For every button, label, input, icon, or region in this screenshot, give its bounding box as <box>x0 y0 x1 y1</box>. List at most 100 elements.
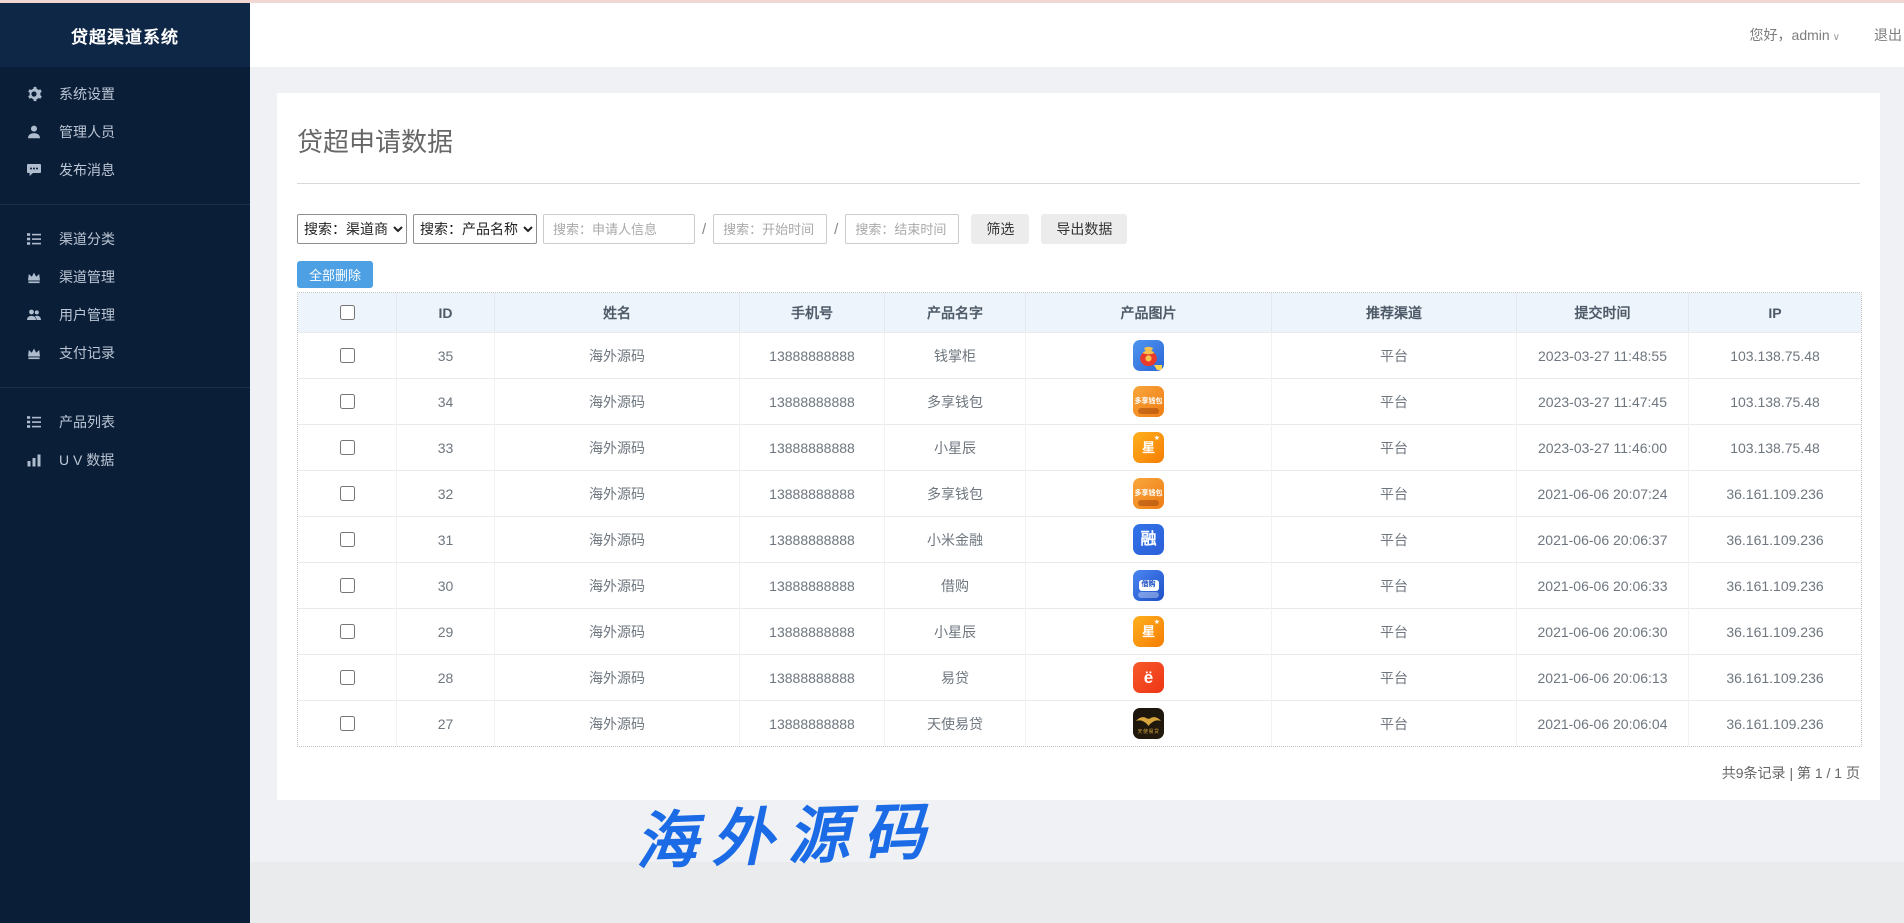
row-product-image-cell: 星★ <box>1026 424 1272 470</box>
table-header-row: ID 姓名 手机号 产品名字 产品图片 推荐渠道 提交时间 IP <box>298 293 1861 332</box>
sidebar-item-payment-records[interactable]: 支付记录 <box>0 334 250 372</box>
row-channel: 平台 <box>1272 562 1517 608</box>
row-select-cell <box>298 332 397 378</box>
table-row: 34海外源码13888888888多享钱包多享钱包平台2023-03-27 11… <box>298 378 1861 424</box>
row-ip: 36.161.109.236 <box>1689 654 1861 700</box>
row-product-name: 易贷 <box>885 654 1026 700</box>
row-name: 海外源码 <box>495 424 740 470</box>
sidebar-item-channel-management[interactable]: 渠道管理 <box>0 258 250 296</box>
sidebar-item-label: 发布消息 <box>59 160 115 180</box>
sidebar-item-admin-staff[interactable]: 管理人员 <box>0 113 250 151</box>
row-phone: 13888888888 <box>740 562 885 608</box>
table-row: 33海外源码13888888888小星辰星★平台2023-03-27 11:46… <box>298 424 1861 470</box>
row-checkbox[interactable] <box>340 578 355 593</box>
message-icon <box>25 162 42 179</box>
duoxiangqianbao-app-icon: 多享钱包 <box>1133 478 1164 509</box>
row-select-cell <box>298 654 397 700</box>
row-phone: 13888888888 <box>740 470 885 516</box>
row-checkbox[interactable] <box>340 394 355 409</box>
end-time-input[interactable] <box>845 214 959 244</box>
crown-icon <box>25 345 42 362</box>
row-id: 34 <box>397 378 495 424</box>
row-name: 海外源码 <box>495 608 740 654</box>
row-name: 海外源码 <box>495 700 740 746</box>
sidebar-item-label: 支付记录 <box>59 343 115 363</box>
row-submit-time: 2023-03-27 11:46:00 <box>1517 424 1689 470</box>
row-checkbox[interactable] <box>340 716 355 731</box>
row-name: 海外源码 <box>495 654 740 700</box>
row-select-cell <box>298 562 397 608</box>
qianzhanggui-app-icon <box>1133 340 1164 371</box>
row-checkbox[interactable] <box>340 532 355 547</box>
delete-all-button[interactable]: 全部删除 <box>297 261 373 288</box>
sidebar-item-publish-message[interactable]: 发布消息 <box>0 151 250 189</box>
product-search-select[interactable]: 搜索：产品名称 <box>413 214 537 244</box>
user-dropdown[interactable]: 您好，admin∨ <box>1750 25 1840 45</box>
row-product-image-cell: 多享钱包 <box>1026 470 1272 516</box>
row-id: 28 <box>397 654 495 700</box>
filter-bar: 搜索：渠道商 搜索：产品名称 / / 筛选 导出数据 <box>297 214 1860 244</box>
channel-search-select[interactable]: 搜索：渠道商 <box>297 214 407 244</box>
table-row: 31海外源码13888888888小米金融融平台2021-06-06 20:06… <box>298 516 1861 562</box>
row-select-cell <box>298 470 397 516</box>
menu-divider <box>0 204 250 205</box>
row-ip: 36.161.109.236 <box>1689 562 1861 608</box>
row-select-cell <box>298 608 397 654</box>
start-time-input[interactable] <box>713 214 827 244</box>
row-product-image-cell <box>1026 332 1272 378</box>
column-header-image: 产品图片 <box>1026 293 1272 332</box>
row-channel: 平台 <box>1272 516 1517 562</box>
row-phone: 13888888888 <box>740 332 885 378</box>
row-id: 29 <box>397 608 495 654</box>
person-icon <box>25 124 42 141</box>
row-name: 海外源码 <box>495 470 740 516</box>
row-submit-time: 2021-06-06 20:06:13 <box>1517 654 1689 700</box>
yidai-app-icon: ё <box>1133 662 1164 693</box>
select-all-checkbox[interactable] <box>340 305 355 320</box>
row-channel: 平台 <box>1272 608 1517 654</box>
row-id: 32 <box>397 470 495 516</box>
row-phone: 13888888888 <box>740 424 885 470</box>
row-channel: 平台 <box>1272 378 1517 424</box>
row-product-image-cell: 借购 <box>1026 562 1272 608</box>
sidebar-item-product-list[interactable]: 产品列表 <box>0 403 250 441</box>
sidebar: 贷超渠道系统 系统设置管理人员发布消息渠道分类渠道管理用户管理支付记录产品列表U… <box>0 0 250 923</box>
row-checkbox[interactable] <box>340 348 355 363</box>
separator-slash: / <box>702 221 706 238</box>
row-phone: 13888888888 <box>740 654 885 700</box>
pagination-summary: 共9条记录 | 第 1 / 1 页 <box>297 763 1860 783</box>
column-header-id: ID <box>397 293 495 332</box>
row-select-cell <box>298 378 397 424</box>
sidebar-item-uv-data[interactable]: U V 数据 <box>0 441 250 479</box>
row-select-cell <box>298 424 397 470</box>
row-product-image-cell: 星★ <box>1026 608 1272 654</box>
row-id: 27 <box>397 700 495 746</box>
sidebar-item-label: 渠道分类 <box>59 229 115 249</box>
row-id: 33 <box>397 424 495 470</box>
logout-link[interactable]: 退出 <box>1874 25 1902 45</box>
export-data-button[interactable]: 导出数据 <box>1041 214 1127 244</box>
filter-button[interactable]: 筛选 <box>971 214 1029 244</box>
column-header-phone: 手机号 <box>740 293 885 332</box>
row-ip: 36.161.109.236 <box>1689 700 1861 746</box>
row-checkbox[interactable] <box>340 670 355 685</box>
column-header-name: 姓名 <box>495 293 740 332</box>
row-product-name: 小星辰 <box>885 424 1026 470</box>
sidebar-item-label: 用户管理 <box>59 305 115 325</box>
watermark-text: 海外源码 <box>634 781 941 882</box>
applicant-search-input[interactable] <box>543 214 695 244</box>
row-phone: 13888888888 <box>740 700 885 746</box>
row-checkbox[interactable] <box>340 624 355 639</box>
sidebar-item-user-management[interactable]: 用户管理 <box>0 296 250 334</box>
row-checkbox[interactable] <box>340 486 355 501</box>
column-header-channel: 推荐渠道 <box>1272 293 1517 332</box>
sidebar-item-channel-category[interactable]: 渠道分类 <box>0 220 250 258</box>
table-row: 29海外源码13888888888小星辰星★平台2021-06-06 20:06… <box>298 608 1861 654</box>
row-id: 31 <box>397 516 495 562</box>
row-checkbox[interactable] <box>340 440 355 455</box>
row-submit-time: 2021-06-06 20:06:33 <box>1517 562 1689 608</box>
row-ip: 36.161.109.236 <box>1689 516 1861 562</box>
row-name: 海外源码 <box>495 378 740 424</box>
sidebar-item-system-settings[interactable]: 系统设置 <box>0 75 250 113</box>
row-select-cell <box>298 700 397 746</box>
